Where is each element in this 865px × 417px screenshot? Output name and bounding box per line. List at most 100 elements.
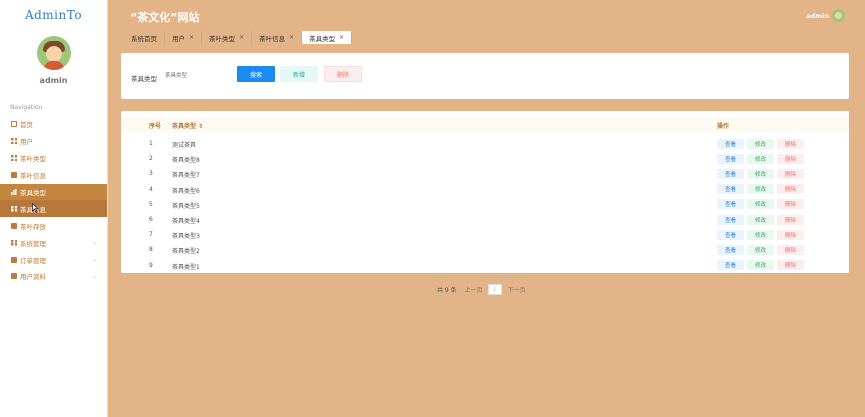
row-delete-button[interactable]: 删除 [777,138,804,149]
close-icon[interactable]: × [339,34,344,41]
row-index: 2 [149,155,153,163]
row-delete-button[interactable]: 删除 [777,168,804,179]
sidebar-item-7[interactable]: 系统管理 ⌄ [0,234,107,251]
sidebar-item-0[interactable]: 首页 [0,116,107,133]
box-icon [11,172,17,179]
user-avatar[interactable] [832,9,845,22]
delete-button[interactable]: 删除 [324,66,362,82]
tab-2[interactable]: 茶叶类型 × [202,31,253,44]
edit-button[interactable]: 修改 [747,214,774,225]
close-icon[interactable]: × [239,34,244,41]
view-button[interactable]: 查看 [717,184,744,195]
edit-button[interactable]: 修改 [747,199,774,210]
edit-button[interactable]: 修改 [747,153,774,164]
box-icon [11,273,17,280]
table-row: 2 茶具类型8 查看 修改 删除 [121,152,849,167]
user-menu[interactable]: admin [806,9,845,22]
edit-button[interactable]: 修改 [747,244,774,255]
sidebar-item-8[interactable]: 订单管理 ⌄ [0,251,107,268]
row-type: 茶具类型4 [172,218,200,225]
sort-icon[interactable]: ⇕ [198,123,203,130]
sidebar-item-4[interactable]: 茶具类型 [0,183,107,201]
sidebar-item-label: 系统管理 [20,239,46,248]
search-panel: 茶具类型 搜索 新增 删除 [121,53,849,99]
close-icon[interactable]: × [289,34,294,41]
add-button[interactable]: 新增 [280,66,318,82]
row-delete-button[interactable]: 删除 [777,229,804,240]
sidebar-item-5[interactable]: 茶具信息 [0,200,107,218]
view-button[interactable]: 查看 [717,153,744,164]
chevron-down-icon: ⌄ [91,239,97,247]
view-button[interactable]: 查看 [717,199,744,210]
sidebar-item-9[interactable]: 用户资料 ⌄ [0,268,107,285]
header-type[interactable]: 茶具类型 ⇕ [172,121,203,130]
row-index: 7 [149,231,153,239]
admin-name: admin [39,76,68,85]
view-button[interactable]: 查看 [717,244,744,255]
row-delete-button[interactable]: 删除 [777,184,804,195]
grid-icon [11,155,17,162]
view-button[interactable]: 查看 [717,229,744,240]
sidebar-nav: 首页用户茶叶类型茶叶信息茶具类型茶具信息茶叶存放系统管理 ⌄ 订单管理 ⌄ 用户资料 ⌄ [0,116,107,285]
app-logo[interactable]: AdminTo [0,0,107,30]
row-delete-button[interactable]: 删除 [777,199,804,210]
row-delete-button[interactable]: 删除 [777,260,804,271]
edit-button[interactable]: 修改 [747,229,774,240]
row-delete-button[interactable]: 删除 [777,244,804,255]
header-ops: 操作 [717,123,730,130]
tab-0[interactable]: 系统首页 [124,31,165,44]
bar-chart-icon [11,189,17,195]
grid-icon [11,205,17,212]
view-button[interactable]: 查看 [717,260,744,271]
sidebar-item-3[interactable]: 茶叶信息 [0,167,107,184]
row-index: 4 [149,185,153,193]
page-number-button[interactable]: 1 [487,283,502,295]
header-index: 序号 [149,123,162,130]
tab-label: 茶叶信息 [259,34,286,43]
row-delete-button[interactable]: 删除 [777,214,804,225]
table-row: 7 茶具类型3 查看 修改 删除 [121,228,849,243]
sidebar-item-1[interactable]: 用户 [0,133,107,150]
prev-page-button[interactable]: 上一页 [465,285,483,294]
sidebar-item-label: 首页 [20,121,33,130]
row-type: 茶具类型7 [172,172,200,180]
top-header: “茶文化”网站 admin [108,0,865,31]
view-button[interactable]: 查看 [717,138,744,149]
edit-button[interactable]: 修改 [747,138,774,149]
row-type: 测试茶具 [172,142,197,149]
tab-bar: 系统首页 用户 × 茶叶类型 × 茶叶信息 × 茶具类型 × [124,31,353,44]
view-button[interactable]: 查看 [717,214,744,225]
table-row: 9 茶具类型1 查看 修改 删除 [121,259,849,274]
sidebar-item-2[interactable]: 茶叶类型 [0,150,107,167]
search-button[interactable]: 搜索 [237,66,275,82]
tab-1[interactable]: 用户 × [165,31,203,44]
search-label: 茶具类型 [131,75,157,83]
table-row: 3 茶具类型7 查看 修改 删除 [121,167,849,182]
edit-button[interactable]: 修改 [747,260,774,271]
table-row: 8 茶具类型2 查看 修改 删除 [121,243,849,258]
sidebar: AdminTo admin Navigation 首页 用户 茶叶类型 茶叶信息 茶具类… [0,0,108,417]
row-type: 茶具类型1 [172,263,200,271]
grid-icon [11,138,17,145]
data-table: 序号 茶具类型 ⇕ 操作 1 测试茶具 查看 修改 删除 2 茶具类型8 查看 修改 删除 3 茶具类… [121,111,849,273]
tab-4[interactable]: 茶具类型 × [302,31,353,44]
row-delete-button[interactable]: 删除 [777,153,804,164]
chevron-down-icon: ⌄ [91,256,97,264]
edit-button[interactable]: 修改 [747,184,774,195]
sidebar-item-label: 订单管理 [20,256,46,265]
view-button[interactable]: 查看 [717,168,744,179]
close-icon[interactable]: × [189,34,194,41]
row-index: 5 [149,200,153,208]
table-row: 1 测试茶具 查看 修改 删除 [121,137,849,152]
next-page-button[interactable]: 下一页 [508,285,526,294]
total-count: 共 9 条 [437,286,457,294]
tab-label: 茶叶类型 [209,34,236,43]
admin-avatar [36,36,71,70]
tab-3[interactable]: 茶叶信息 × [252,31,303,44]
row-index: 3 [149,170,153,178]
tab-label: 系统首页 [131,34,157,43]
sidebar-item-6[interactable]: 茶叶存放 [0,217,107,234]
tab-label: 茶具类型 [309,34,336,43]
search-input[interactable] [165,69,225,83]
edit-button[interactable]: 修改 [747,168,774,179]
